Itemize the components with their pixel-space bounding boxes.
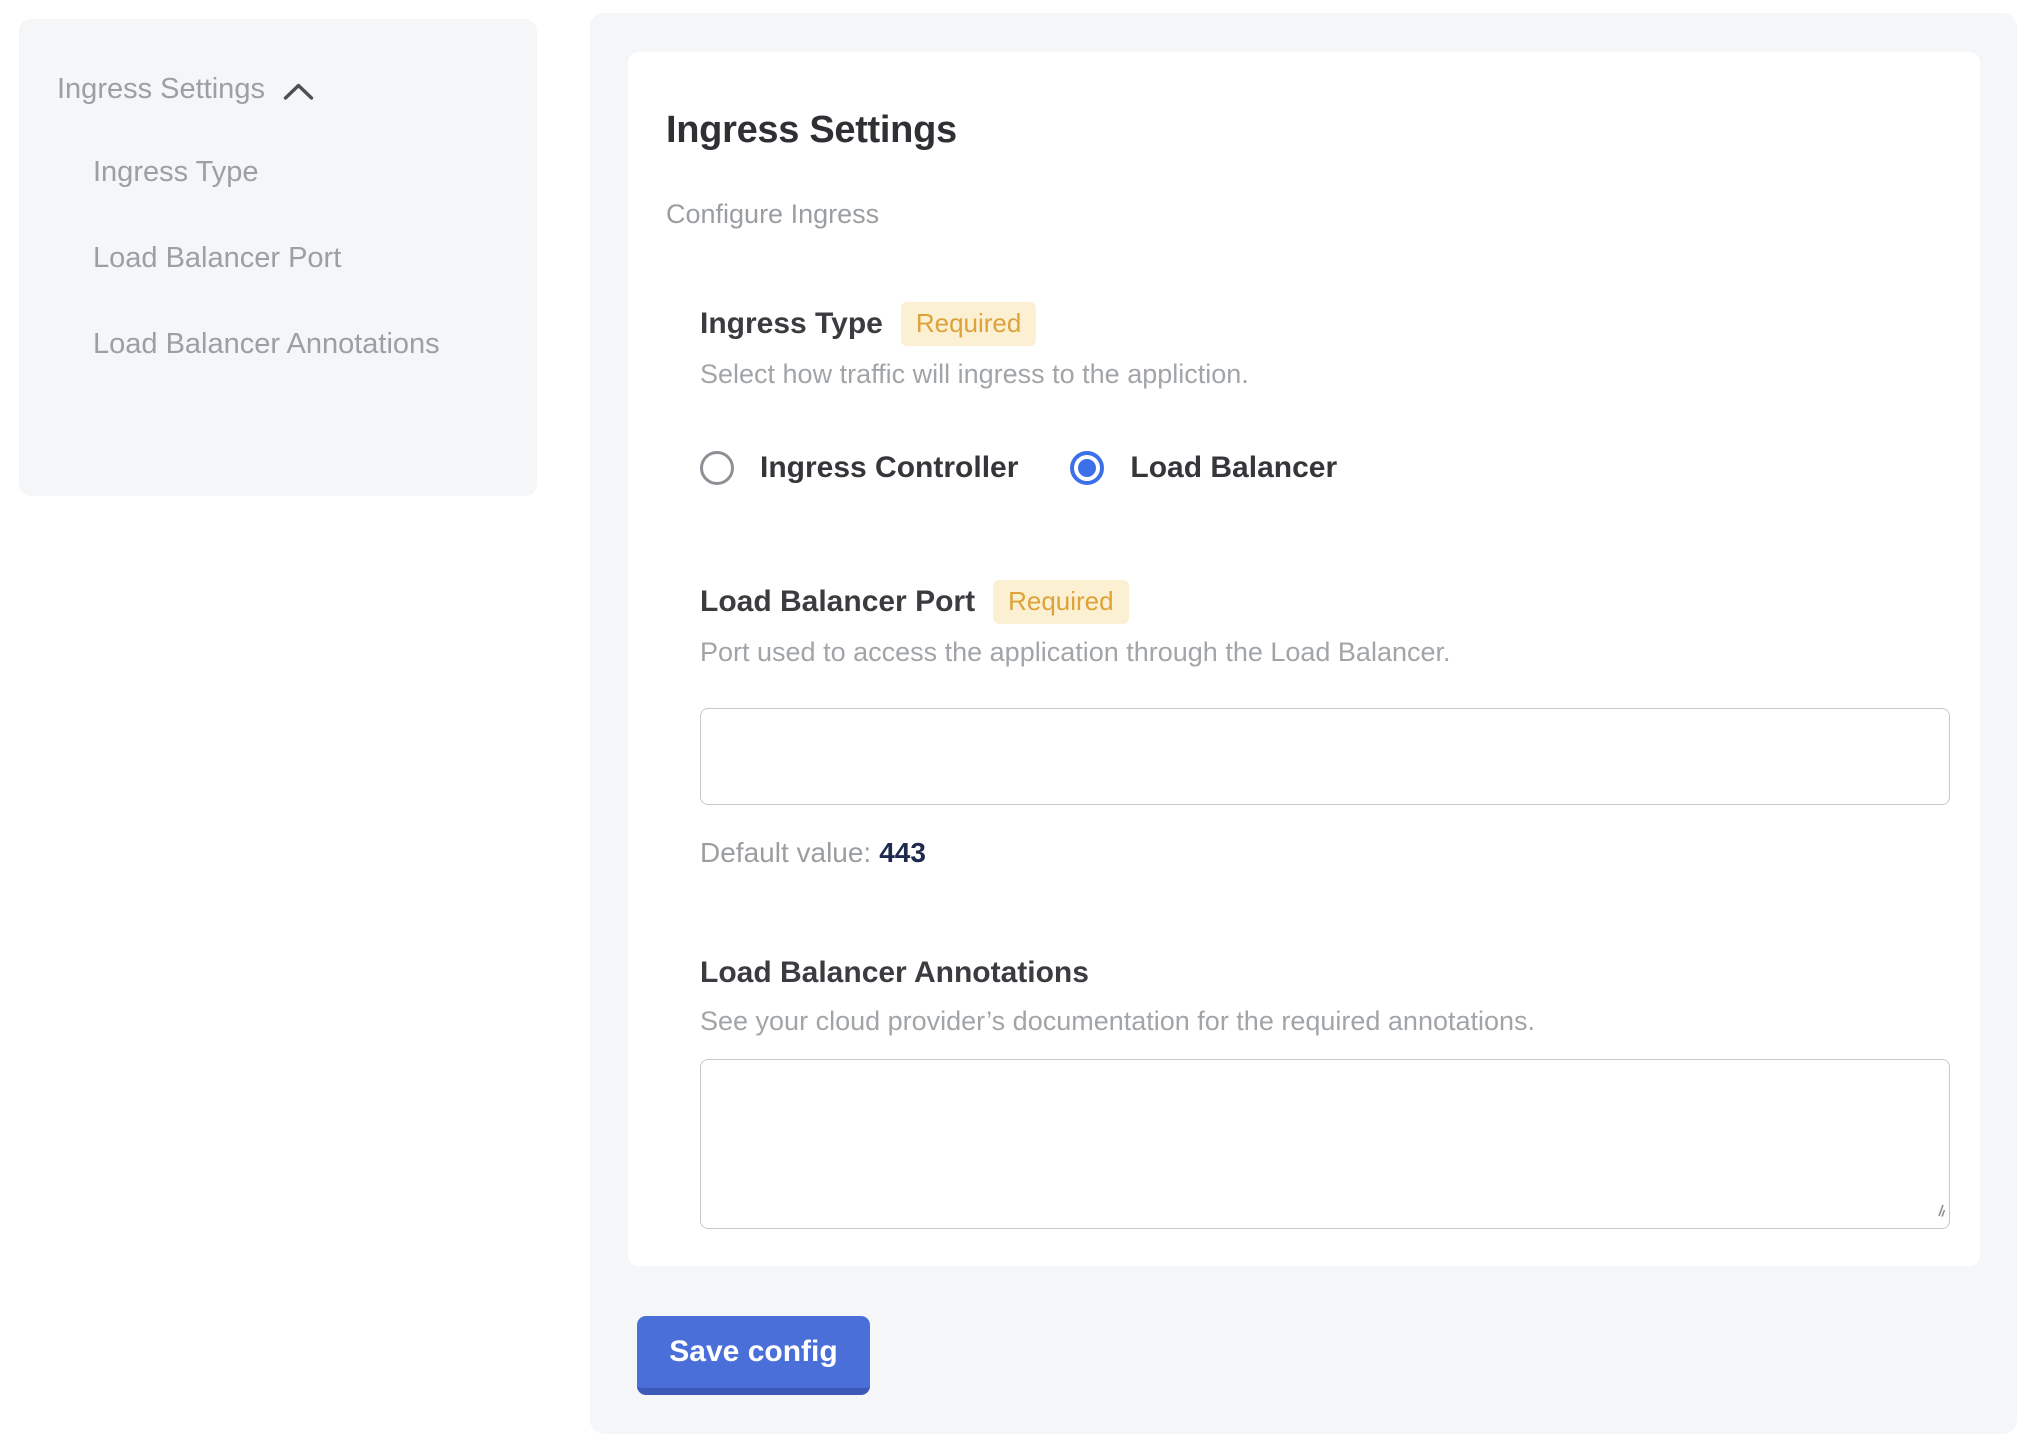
resize-handle-icon[interactable] xyxy=(1929,1202,1945,1223)
sidebar-group-ingress-settings[interactable]: Ingress Settings xyxy=(57,71,517,107)
load-balancer-port-input[interactable] xyxy=(700,708,1950,805)
page-title: Ingress Settings xyxy=(666,108,1940,152)
radio-label: Ingress Controller xyxy=(760,448,1018,488)
radio-ingress-controller[interactable]: Ingress Controller xyxy=(700,448,1018,488)
config-card: Ingress Settings Configure Ingress Ingre… xyxy=(628,52,1980,1266)
sidebar-group-label: Ingress Settings xyxy=(57,71,265,107)
required-badge: Required xyxy=(901,302,1037,346)
help-text: Port used to access the application thro… xyxy=(700,634,1940,670)
sidebar: Ingress Settings Ingress Type Load Balan… xyxy=(19,19,537,496)
sidebar-items: Ingress Type Load Balancer Port Load Bal… xyxy=(93,143,517,374)
radio-load-balancer[interactable]: Load Balancer xyxy=(1070,448,1337,488)
section-label: Load Balancer Port xyxy=(700,582,975,622)
load-balancer-annotations-textarea[interactable] xyxy=(700,1059,1950,1229)
config-sections: Ingress Type Required Select how traffic… xyxy=(700,302,1940,1229)
annotations-textarea-wrap xyxy=(700,1059,1950,1229)
section-head: Load Balancer Port Required xyxy=(700,580,1940,624)
sidebar-item-load-balancer-annotations[interactable]: Load Balancer Annotations xyxy=(93,315,453,374)
sidebar-item-ingress-type[interactable]: Ingress Type xyxy=(93,143,453,202)
section-label: Ingress Type xyxy=(700,304,883,344)
sidebar-item-load-balancer-port[interactable]: Load Balancer Port xyxy=(93,229,453,288)
radio-unselected-icon[interactable] xyxy=(700,451,734,485)
config-panel: Ingress Settings Configure Ingress Ingre… xyxy=(590,13,2017,1434)
section-label: Load Balancer Annotations xyxy=(700,953,1089,993)
required-badge: Required xyxy=(993,580,1129,624)
help-text: Select how traffic will ingress to the a… xyxy=(700,356,1940,392)
section-head: Ingress Type Required xyxy=(700,302,1940,346)
help-text: See your cloud provider’s documentation … xyxy=(700,1003,1940,1039)
default-value: 443 xyxy=(879,837,926,868)
default-value-line: Default value: 443 xyxy=(700,835,1940,871)
radio-label: Load Balancer xyxy=(1130,448,1337,488)
ingress-type-options: Ingress Controller Load Balancer xyxy=(700,448,1940,488)
section-load-balancer-port: Load Balancer Port Required Port used to… xyxy=(700,580,1940,871)
section-head: Load Balancer Annotations xyxy=(700,953,1940,993)
page-subtitle: Configure Ingress xyxy=(666,198,1940,230)
radio-selected-icon[interactable] xyxy=(1070,451,1104,485)
chevron-up-icon xyxy=(283,82,314,101)
default-value-label: Default value: xyxy=(700,837,871,868)
save-config-button[interactable]: Save config xyxy=(637,1316,870,1395)
section-load-balancer-annotations: Load Balancer Annotations See your cloud… xyxy=(700,953,1940,1229)
section-ingress-type: Ingress Type Required Select how traffic… xyxy=(700,302,1940,488)
